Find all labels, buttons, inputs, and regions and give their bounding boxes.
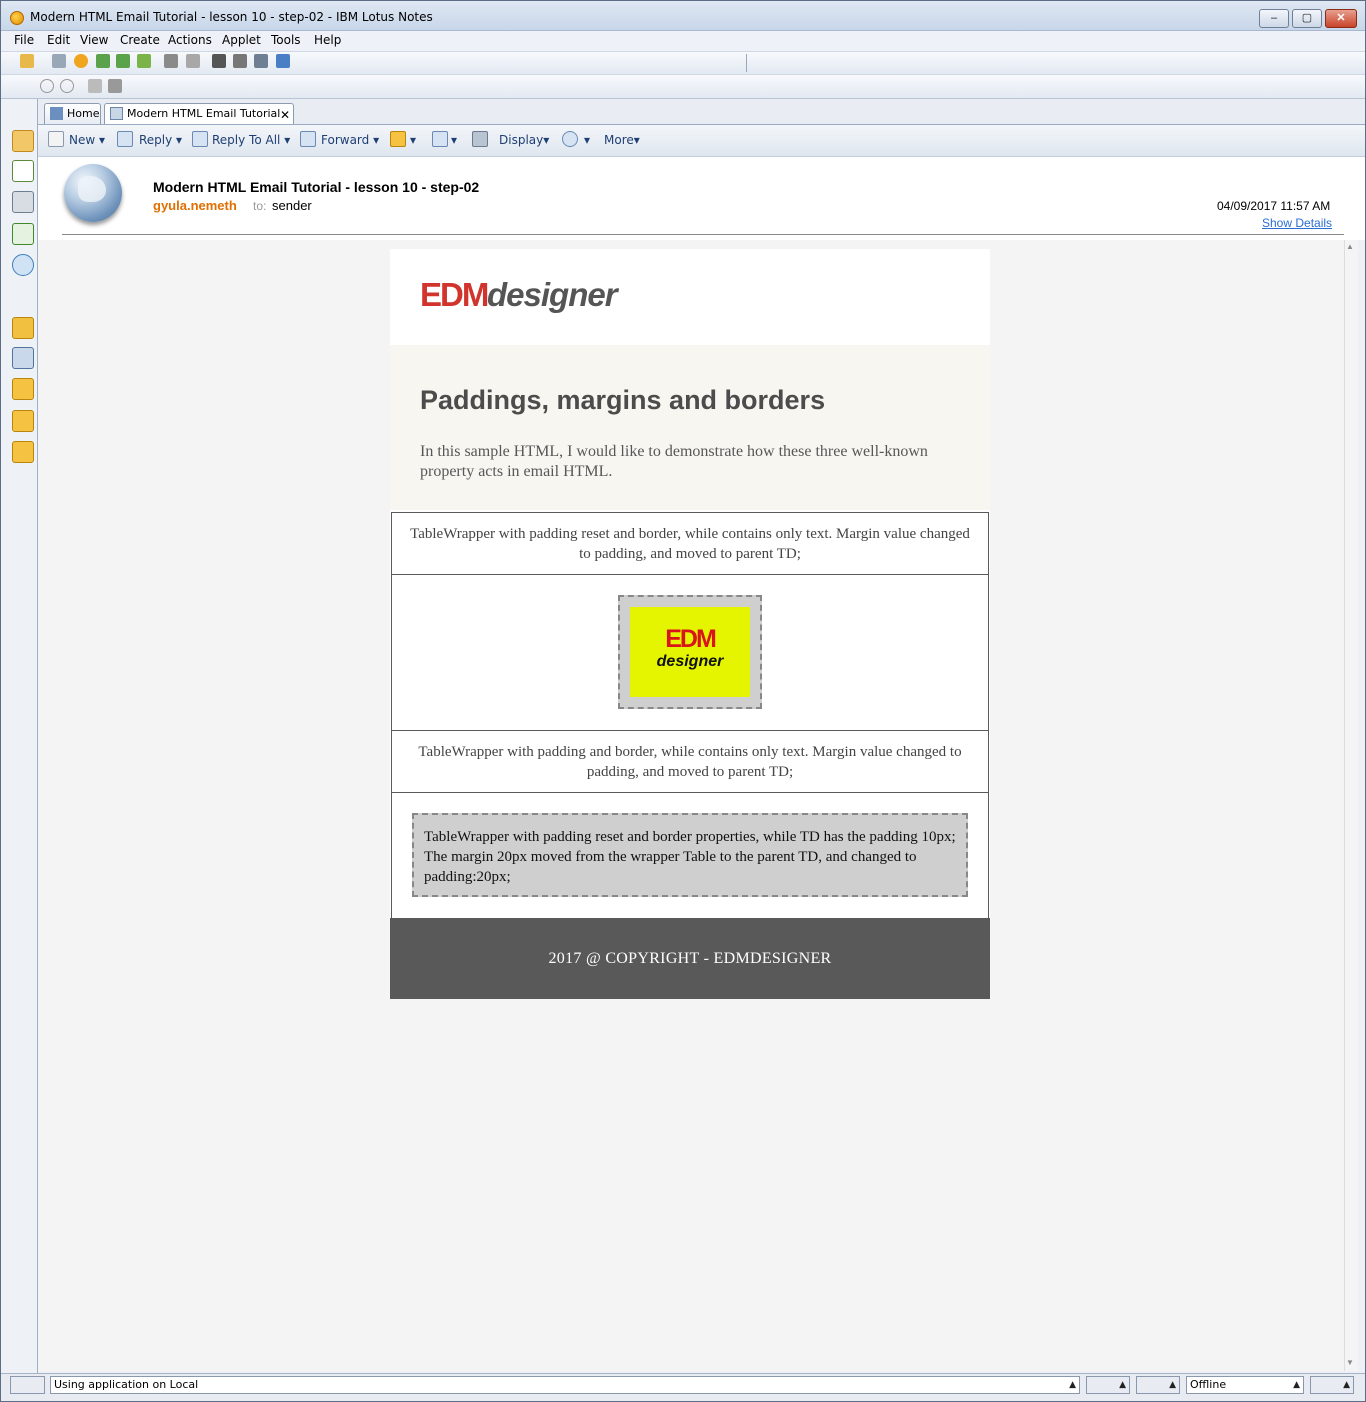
recipient-name[interactable]: sender [272,198,312,213]
message-date: 04/09/2017 11:57 AM [1217,199,1331,213]
favorites-folder-icon[interactable] [12,317,34,339]
close-tab-icon[interactable]: ✕ [280,108,290,122]
minimize-button[interactable]: – [1259,9,1289,28]
edit-icon[interactable] [254,54,268,68]
replication-icon[interactable] [12,254,34,276]
print-icon[interactable] [52,54,66,68]
hero-title: Paddings, margins and borders [420,385,826,415]
reply-all-icon [192,131,208,147]
reply-to-all-button[interactable]: Reply To All ▾ [212,133,290,147]
trash-icon[interactable] [472,131,488,147]
menu-tools[interactable]: Tools [271,33,301,47]
chat-dropdown-arrow[interactable]: ▾ [584,133,590,147]
display-button[interactable]: Display▾ [499,133,549,147]
location-select[interactable]: Offline ▲ [1186,1376,1304,1394]
row-1-text: TableWrapper with padding reset and bord… [410,526,970,562]
window-title: Modern HTML Email Tutorial - lesson 10 -… [30,10,433,24]
logo-designer-text: designer [487,276,618,313]
back-icon[interactable] [96,54,110,68]
row-3-text: TableWrapper with padding and border, wh… [418,744,962,780]
sender-name[interactable]: gyula.nemeth [153,198,237,213]
contacts-icon[interactable] [108,79,122,93]
status-message[interactable]: Using application on Local ▲ [50,1376,1080,1394]
web-folder-icon[interactable] [12,441,34,463]
folder-icon[interactable] [12,378,34,400]
new-icon [48,131,64,147]
databases-folder-icon[interactable] [12,410,34,432]
reply-icon [117,131,133,147]
chat-icon[interactable] [40,79,54,93]
refresh-icon[interactable] [137,54,151,68]
link-icon[interactable] [186,54,200,68]
hero-text: In this sample HTML, I would like to dem… [420,443,928,480]
main-toolbar [1,51,1365,75]
new-button[interactable]: New ▾ [69,133,105,147]
people-icon[interactable] [88,79,102,93]
forward-mail-icon [300,131,316,147]
status-indicator [10,1376,45,1394]
close-window-button[interactable]: ✕ [1325,9,1357,28]
open-icon[interactable] [20,54,34,68]
home-icon [50,107,63,120]
tab-home-label: Home [67,107,100,120]
logo-edm-text: EDM [420,276,489,313]
toolbar-divider [746,54,747,72]
scroll-down-arrow[interactable]: ▼ [1346,1358,1354,1367]
stop-icon[interactable] [74,54,88,68]
folder-dropdown-arrow[interactable]: ▾ [410,133,416,147]
hero-section [390,345,990,510]
menu-view[interactable]: View [80,33,108,47]
show-details-link[interactable]: Show Details [1262,216,1332,230]
email-footer: 2017 @ COPYRIGHT - EDMDESIGNER [390,918,990,999]
forward-button[interactable]: Forward ▾ [321,133,379,147]
binoculars-icon[interactable] [212,54,226,68]
follow-up-flag-icon[interactable] [432,131,448,147]
menu-edit[interactable]: Edit [47,33,70,47]
calendar-icon[interactable] [12,160,34,182]
secondary-toolbar [1,75,1365,99]
signature-icon[interactable]: ▲ [1136,1376,1180,1394]
conversation-icon[interactable] [60,79,74,93]
contacts-book-icon[interactable] [12,191,34,213]
menu-help[interactable]: Help [314,33,341,47]
help-icon[interactable] [276,54,290,68]
padded-box: TableWrapper with padding reset and bord… [412,813,968,897]
globe-continent [78,176,106,202]
message-subject: Modern HTML Email Tutorial - lesson 10 -… [153,179,480,195]
image-logo-edm: EDM [665,625,717,653]
navigate-icon[interactable] [164,54,178,68]
move-to-folder-icon[interactable] [390,131,406,147]
search-icon[interactable] [233,54,247,68]
vertical-scrollbar[interactable] [1344,240,1358,1371]
forward-icon[interactable] [116,54,130,68]
menu-create[interactable]: Create [120,33,160,47]
more-button[interactable]: More▾ [604,133,640,147]
to-label: to: [253,199,267,213]
image-logo-designer: designer [656,653,724,670]
tab-home[interactable]: Home [44,103,101,125]
menu-applet[interactable]: Applet [222,33,261,47]
flag-dropdown-arrow[interactable]: ▾ [451,133,457,147]
maximize-button[interactable]: ▢ [1292,9,1322,28]
mail-icon[interactable] [12,130,34,152]
tab-document[interactable]: Modern HTML Email Tutorial -... [104,103,294,140]
document-icon [110,107,123,120]
lotus-notes-icon [10,11,24,25]
scroll-up-arrow[interactable]: ▲ [1346,242,1354,251]
bookmark-bar [1,99,38,1373]
todo-icon[interactable] [12,223,34,245]
chat-action-icon[interactable] [562,131,578,147]
menu-actions[interactable]: Actions [168,33,212,47]
header-divider [62,234,1344,235]
message-header [38,157,1365,240]
key-icon[interactable]: ▲ [1086,1376,1130,1394]
menu-file[interactable]: File [14,33,34,47]
inbox-icon[interactable]: ▲ [1310,1376,1354,1394]
workspace-icon[interactable] [12,347,34,369]
reply-button[interactable]: Reply ▾ [139,133,182,147]
